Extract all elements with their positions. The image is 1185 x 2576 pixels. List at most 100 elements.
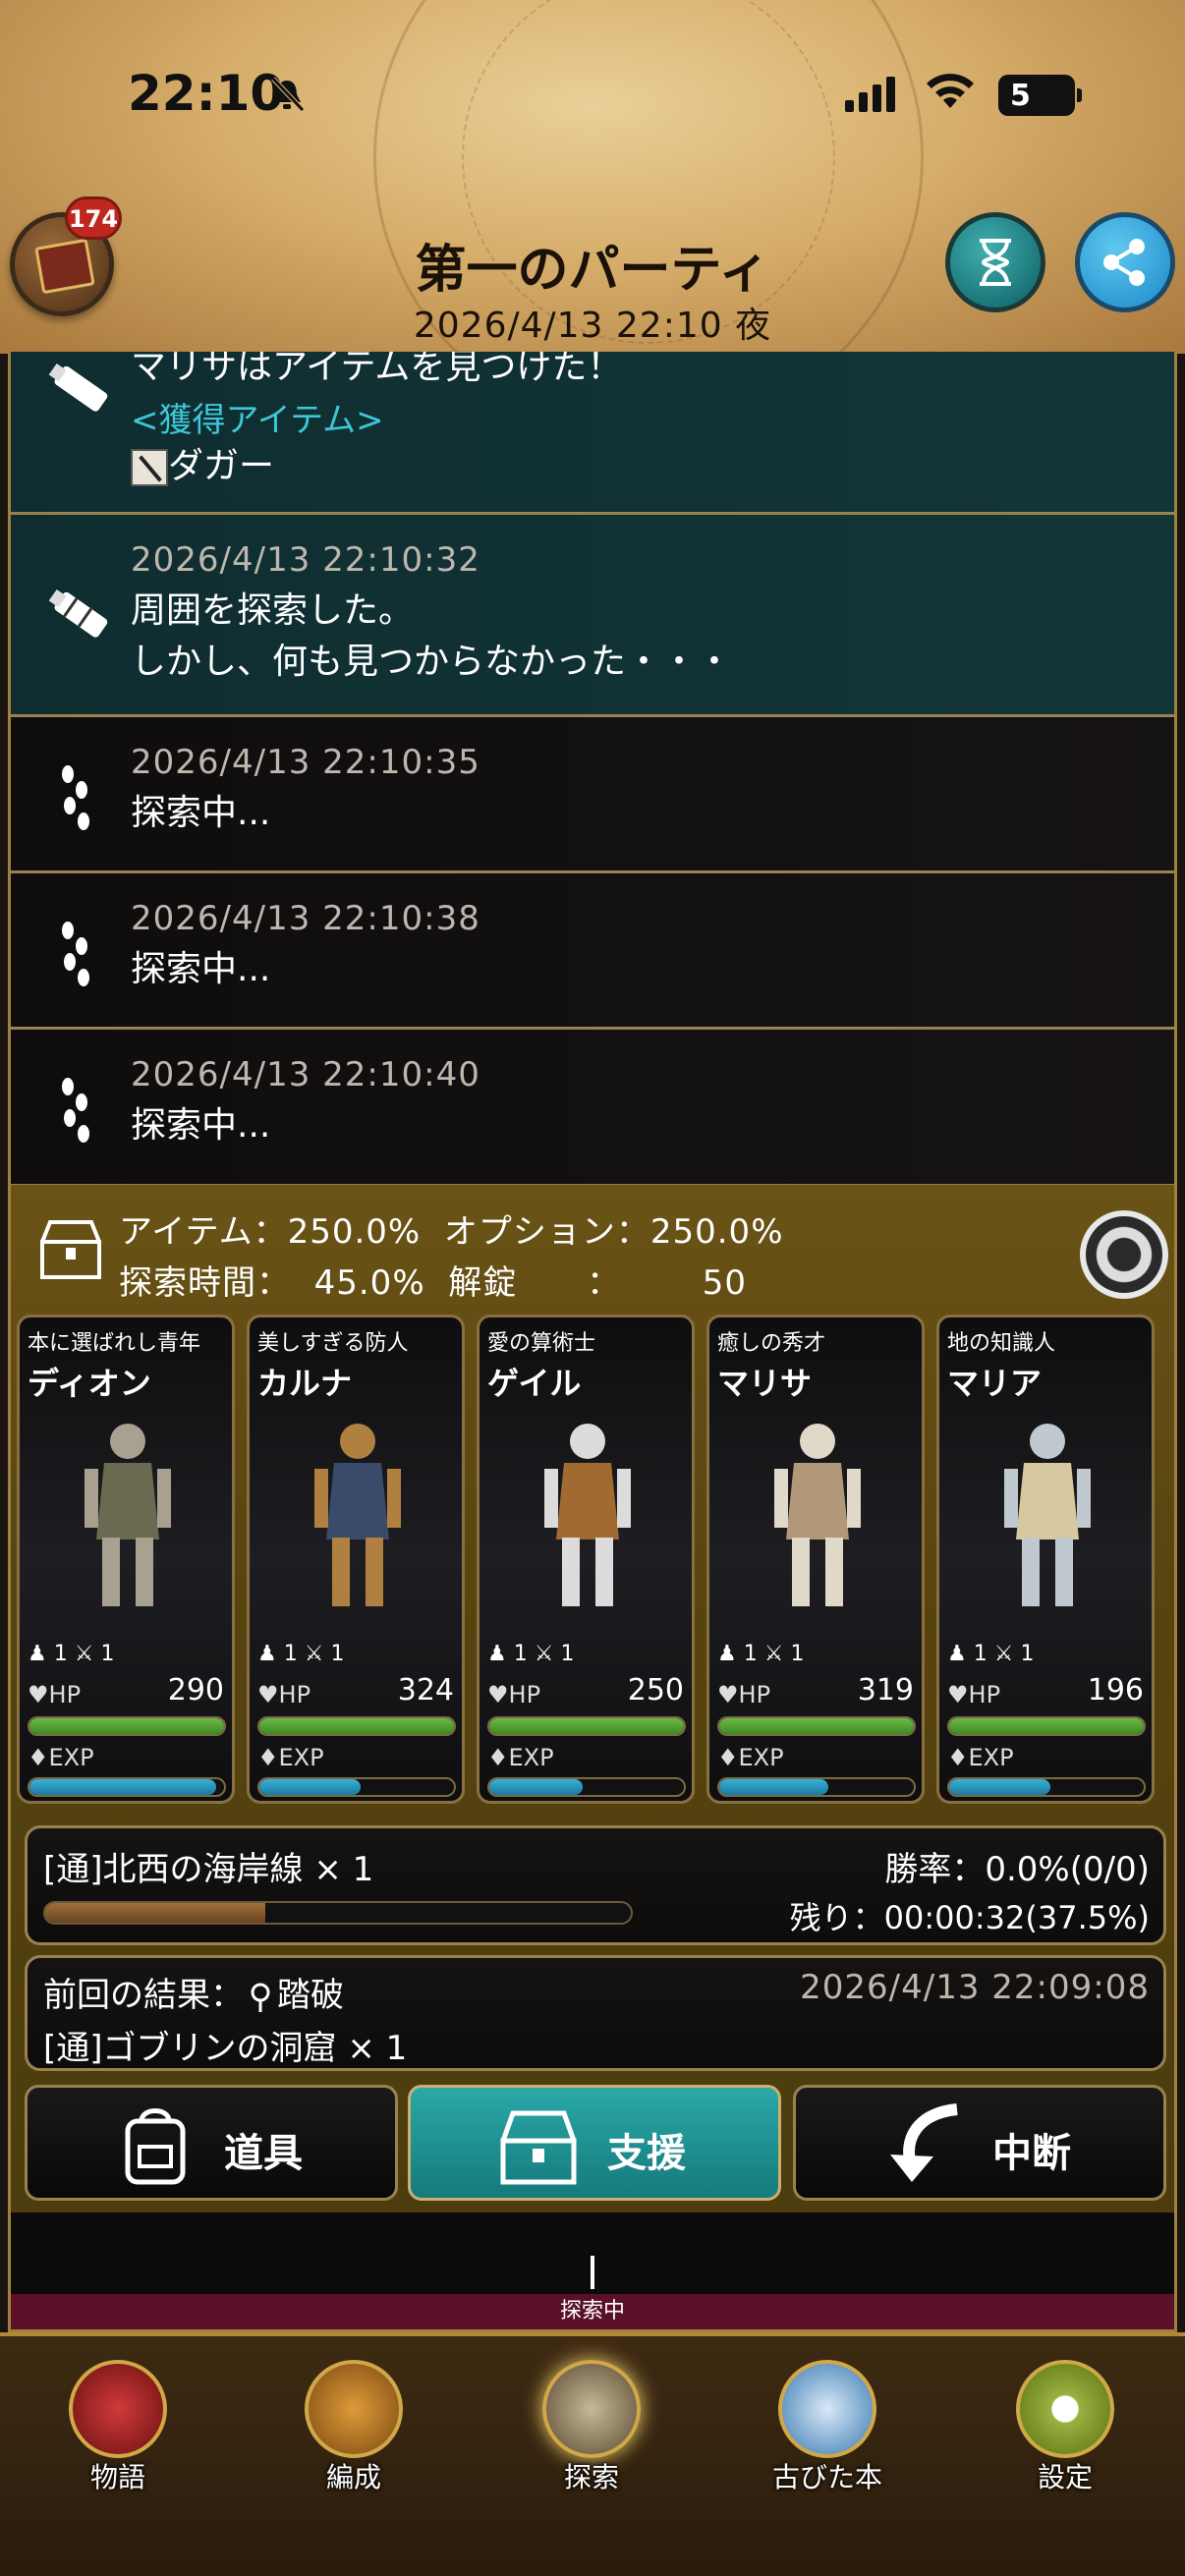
- nav-settings[interactable]: 設定: [977, 2360, 1154, 2507]
- skill-b-count: 1: [560, 1642, 575, 1666]
- log-entry-exploring: 2026/4/13 22:10:40 探索中...: [11, 1030, 1174, 1184]
- log-message: 探索中...: [131, 793, 271, 833]
- log-entry-search: 2026/4/13 22:10:32 周囲を探索した。 しかし、何も見つからなか…: [11, 515, 1174, 717]
- character-card[interactable]: 美しすぎる防人 カルナ ♟ 1 ⚔ 1 ♥HP 324 ♦EXP: [247, 1315, 465, 1804]
- footprints-icon: [62, 1078, 89, 1143]
- character-card[interactable]: 癒しの秀才 マリサ ♟ 1 ⚔ 1 ♥HP 319 ♦EXP: [706, 1315, 925, 1804]
- exploration-cursor: [591, 2256, 594, 2289]
- last-result-label-text: 前回の結果：: [43, 1976, 244, 2015]
- abort-label: 中断: [992, 2131, 1071, 2176]
- quest-winrate: 勝率：0.0%(0/0): [884, 1850, 1150, 1889]
- treasure-chest-icon: [40, 1220, 101, 1279]
- heart-icon: ♥: [487, 1681, 509, 1708]
- acquired-item-name: ダガー: [168, 446, 275, 486]
- hp-label-text: HP: [508, 1681, 541, 1708]
- last-result-quest: [通]ゴブリンの洞窟 × 1: [43, 2029, 408, 2068]
- cellular-signal-icon: [845, 77, 900, 112]
- nav-formation[interactable]: 編成: [265, 2360, 442, 2507]
- hp-bar: [28, 1716, 226, 1736]
- hp-bar: [947, 1716, 1146, 1736]
- skill-b-icon: ⚔: [534, 1642, 554, 1666]
- last-result[interactable]: 前回の結果： 踏破 2026/4/13 22:09:08 [通]ゴブリンの洞窟 ×…: [25, 1955, 1166, 2071]
- exp-bar-fill: [259, 1779, 361, 1795]
- nav-explore[interactable]: 探索: [503, 2360, 680, 2507]
- log-timestamp: 2026/4/13 22:10:35: [131, 743, 480, 782]
- abort-button[interactable]: 中断: [793, 2085, 1166, 2201]
- hp-label-text: HP: [48, 1681, 82, 1708]
- character-portrait: [314, 1424, 401, 1606]
- exp-label: ♦EXP: [28, 1744, 94, 1771]
- share-button[interactable]: [1075, 212, 1175, 312]
- log-message: 探索中...: [131, 949, 271, 989]
- exp-bar-fill: [489, 1779, 584, 1795]
- support-label: 支援: [607, 2131, 686, 2176]
- exploration-log[interactable]: マリサはアイテムを見つけた！ <獲得アイテム> ダガー 2026/4/13 22…: [8, 352, 1177, 1187]
- skill-a-count: 1: [53, 1642, 68, 1666]
- character-portrait: [544, 1424, 631, 1606]
- support-button[interactable]: 支援: [408, 2085, 781, 2201]
- hp-value: 196: [1087, 1673, 1144, 1708]
- skill-a-icon: ♟: [487, 1642, 507, 1666]
- map-pin-icon: [251, 1983, 270, 2012]
- log-message: しかし、何も見つからなかった・・・: [131, 642, 733, 682]
- nav-old-book[interactable]: 古びた本: [739, 2360, 916, 2507]
- bonus-line-item-option: アイテム：250.0% オプション：250.0%: [119, 1212, 784, 1252]
- hp-bar-fill: [949, 1718, 1144, 1734]
- footprints-icon: [62, 922, 89, 986]
- hp-bar: [257, 1716, 456, 1736]
- return-arrow-icon: [890, 2103, 958, 2182]
- exp-bar: [947, 1777, 1146, 1797]
- bonus-line-time-unlock: 探索時間： 45.0% 解錠 ： 50: [119, 1263, 748, 1303]
- exp-bar: [717, 1777, 916, 1797]
- log-timestamp: 2026/4/13 22:10:32: [131, 540, 480, 580]
- settings-gear-button[interactable]: [1080, 1210, 1168, 1299]
- hp-value: 319: [857, 1673, 914, 1708]
- nav-story-label: 物語: [89, 2461, 145, 2493]
- character-title: 地の知識人: [947, 1331, 1056, 1356]
- tools-button[interactable]: 道具: [25, 2085, 398, 2201]
- character-title: 愛の算術士: [487, 1331, 596, 1356]
- footprints-icon: [62, 765, 89, 830]
- skill-a-count: 1: [513, 1642, 528, 1666]
- treasure-chest-icon: [500, 2110, 577, 2185]
- character-card[interactable]: 本に選ばれし青年 ディオン ♟ 1 ⚔ 1 ♥HP 290 ♦EXP: [17, 1315, 235, 1804]
- battery-icon: 5: [998, 75, 1082, 116]
- hp-value: 250: [627, 1673, 684, 1708]
- character-card[interactable]: 地の知識人 マリア ♟ 1 ⚔ 1 ♥HP 196 ♦EXP: [936, 1315, 1155, 1804]
- bottom-navigation: 物語 編成 探索 古びた本 設定: [0, 2332, 1185, 2576]
- current-quest[interactable]: [通]北西の海岸線 × 1 勝率：0.0%(0/0) 残り：00:00:32(3…: [25, 1825, 1166, 1945]
- last-result-date: 2026/4/13 22:09:08: [800, 1968, 1150, 2007]
- skill-a-icon: ♟: [947, 1642, 967, 1666]
- wifi-icon: [927, 74, 974, 108]
- exp-label: ♦EXP: [947, 1744, 1014, 1771]
- log-message: マリサはアイテムを見つけた！: [131, 352, 623, 387]
- character-name: ゲイル: [487, 1365, 582, 1402]
- last-result-outcome: 踏破: [277, 1976, 344, 2015]
- nav-formation-label: 編成: [325, 2461, 381, 2493]
- log-timestamp: 2026/4/13 22:10:38: [131, 899, 480, 938]
- hp-bar-fill: [489, 1718, 684, 1734]
- character-name: ディオン: [28, 1365, 151, 1402]
- exploration-progress-strip: 探索中: [8, 2212, 1177, 2332]
- hp-bar: [717, 1716, 916, 1736]
- character-portrait: [774, 1424, 861, 1606]
- nav-settings-label: 設定: [1037, 2461, 1093, 2493]
- quest-remaining: 残り：00:00:32(37.5%): [789, 1899, 1150, 1936]
- nav-story[interactable]: 物語: [29, 2360, 206, 2507]
- character-card[interactable]: 愛の算術士 ゲイル ♟ 1 ⚔ 1 ♥HP 250 ♦EXP: [477, 1315, 695, 1804]
- skill-a-count: 1: [743, 1642, 758, 1666]
- last-result-label: 前回の結果： 踏破: [43, 1968, 344, 2016]
- log-entry-exploring: 2026/4/13 22:10:38 探索中...: [11, 873, 1174, 1030]
- heart-icon: ♥: [947, 1681, 969, 1708]
- status-time: 22:10: [128, 65, 285, 122]
- dragon-icon: [69, 2360, 167, 2458]
- hp-value: 324: [397, 1673, 454, 1708]
- hp-bar-fill: [719, 1718, 914, 1734]
- character-skill-counts: ♟ 1 ⚔ 1: [257, 1642, 344, 1666]
- exp-icon: ♦: [28, 1744, 49, 1771]
- gear-icon: [1016, 2360, 1114, 2458]
- time-skip-button[interactable]: [945, 212, 1045, 312]
- character-title: 癒しの秀才: [717, 1331, 826, 1356]
- skill-a-count: 1: [283, 1642, 298, 1666]
- quest-progress-fill: [45, 1903, 265, 1923]
